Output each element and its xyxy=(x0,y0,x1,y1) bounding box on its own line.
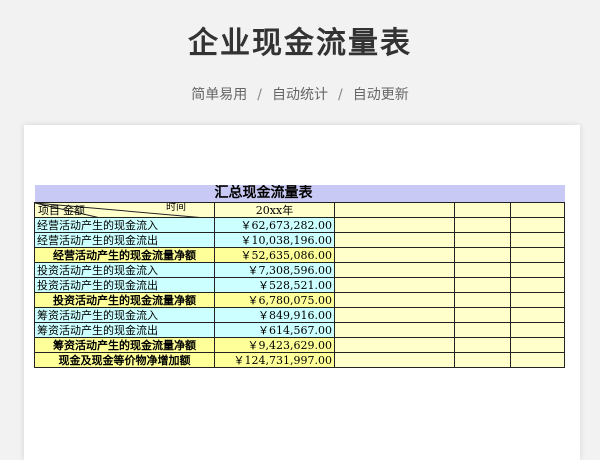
empty-cell[interactable] xyxy=(510,217,565,233)
empty-cell[interactable] xyxy=(454,292,511,308)
page-title: 企业现金流量表 xyxy=(188,26,412,61)
row-label[interactable]: 筹资活动产生的现金流出 xyxy=(34,322,215,338)
row-value[interactable]: ￥62,673,282.00 xyxy=(214,217,335,233)
empty-cell[interactable] xyxy=(334,292,455,308)
table-row: 经营活动产生的现金流量净额 ￥52,635,086.00 xyxy=(34,247,565,263)
diagonal-header-cell[interactable]: 项目 金额 时间 xyxy=(34,202,215,218)
empty-cell[interactable] xyxy=(510,232,565,248)
row-value[interactable]: ￥849,916.00 xyxy=(214,307,335,323)
feature-tags: 简单易用 / 自动统计 / 自动更新 xyxy=(0,84,600,104)
cash-flow-table: 汇总现金流量表 项目 金额 时间 20xx年 经营活动产生的现金流入 ￥62,67… xyxy=(34,185,565,368)
empty-cell[interactable] xyxy=(454,322,511,338)
row-label[interactable]: 投资活动产生的现金流入 xyxy=(34,262,215,278)
empty-cell[interactable] xyxy=(454,307,511,323)
row-label[interactable]: 经营活动产生的现金流出 xyxy=(34,232,215,248)
empty-cell[interactable] xyxy=(510,247,565,263)
row-value[interactable]: ￥614,567.00 xyxy=(214,322,335,338)
row-label[interactable]: 投资活动产生的现金流量净额 xyxy=(34,292,215,308)
empty-cell[interactable] xyxy=(334,337,455,353)
tag-easy: 简单易用 xyxy=(191,87,248,103)
row-value[interactable]: ￥10,038,196.00 xyxy=(214,232,335,248)
tag-separator: / xyxy=(257,87,262,103)
table-row: 投资活动产生的现金流出 ￥528,521.00 xyxy=(34,277,565,293)
empty-cell[interactable] xyxy=(510,262,565,278)
empty-cell[interactable] xyxy=(334,307,455,323)
row-value[interactable]: ￥7,308,596.00 xyxy=(214,262,335,278)
empty-cell[interactable] xyxy=(334,217,455,233)
table-row: 筹资活动产生的现金流出 ￥614,567.00 xyxy=(34,322,565,338)
row-value[interactable]: ￥6,780,075.00 xyxy=(214,292,335,308)
empty-cell[interactable] xyxy=(454,202,511,218)
table-row: 筹资活动产生的现金流入 ￥849,916.00 xyxy=(34,307,565,323)
empty-cell[interactable] xyxy=(454,217,511,233)
header-period[interactable]: 20xx年 xyxy=(214,202,335,218)
empty-cell[interactable] xyxy=(454,352,511,368)
empty-cell[interactable] xyxy=(454,232,511,248)
row-value[interactable]: ￥124,731,997.00 xyxy=(214,352,335,368)
row-label[interactable]: 筹资活动产生的现金流量净额 xyxy=(34,337,215,353)
row-label[interactable]: 投资活动产生的现金流出 xyxy=(34,277,215,293)
row-label[interactable]: 经营活动产生的现金流入 xyxy=(34,217,215,233)
row-label[interactable]: 筹资活动产生的现金流入 xyxy=(34,307,215,323)
empty-cell[interactable] xyxy=(334,322,455,338)
table-body: 经营活动产生的现金流入 ￥62,673,282.00 经营活动产生的现金流出 ￥10,… xyxy=(34,217,565,368)
spreadsheet-card: 汇总现金流量表 项目 金额 时间 20xx年 经营活动产生的现金流入 ￥62,67… xyxy=(24,125,580,460)
row-label[interactable]: 现金及现金等价物净增加额 xyxy=(34,352,215,368)
table-row: 筹资活动产生的现金流量净额 ￥9,423,629.00 xyxy=(34,337,565,353)
table-title-row: 汇总现金流量表 xyxy=(34,185,565,203)
row-label[interactable]: 经营活动产生的现金流量净额 xyxy=(34,247,215,263)
empty-cell[interactable] xyxy=(510,292,565,308)
table-header-row: 项目 金额 时间 20xx年 xyxy=(34,202,565,218)
table-row: 经营活动产生的现金流出 ￥10,038,196.00 xyxy=(34,232,565,248)
tag-update: 自动更新 xyxy=(352,87,409,103)
empty-cell[interactable] xyxy=(454,337,511,353)
empty-cell[interactable] xyxy=(334,202,455,218)
diagonal-line-icon xyxy=(35,203,195,217)
empty-cell[interactable] xyxy=(334,277,455,293)
header-item-label: 项目 xyxy=(38,204,60,217)
empty-cell[interactable] xyxy=(334,247,455,263)
tag-separator: / xyxy=(338,87,343,103)
empty-cell[interactable] xyxy=(454,262,511,278)
empty-cell[interactable] xyxy=(510,322,565,338)
empty-cell[interactable] xyxy=(454,277,511,293)
row-value[interactable]: ￥528,521.00 xyxy=(214,277,335,293)
empty-cell[interactable] xyxy=(510,307,565,323)
header-amount-label: 金额 xyxy=(63,204,85,217)
table-row: 投资活动产生的现金流量净额 ￥6,780,075.00 xyxy=(34,292,565,308)
table-title: 汇总现金流量表 xyxy=(34,185,455,203)
empty-cell[interactable] xyxy=(334,262,455,278)
empty-cell[interactable] xyxy=(334,232,455,248)
empty-cell[interactable] xyxy=(510,277,565,293)
header-time-label: 时间 xyxy=(166,202,186,214)
empty-cell[interactable] xyxy=(454,247,511,263)
empty-cell[interactable] xyxy=(510,337,565,353)
table-row: 投资活动产生的现金流入 ￥7,308,596.00 xyxy=(34,262,565,278)
row-value[interactable]: ￥52,635,086.00 xyxy=(214,247,335,263)
tag-stats: 自动统计 xyxy=(272,87,328,103)
empty-cell[interactable] xyxy=(510,202,565,218)
empty-cell[interactable] xyxy=(510,352,565,368)
empty-cell[interactable] xyxy=(334,352,455,368)
table-row: 经营活动产生的现金流入 ￥62,673,282.00 xyxy=(34,217,565,233)
table-row: 现金及现金等价物净增加额 ￥124,731,997.00 xyxy=(34,352,565,368)
row-value[interactable]: ￥9,423,629.00 xyxy=(214,337,335,353)
